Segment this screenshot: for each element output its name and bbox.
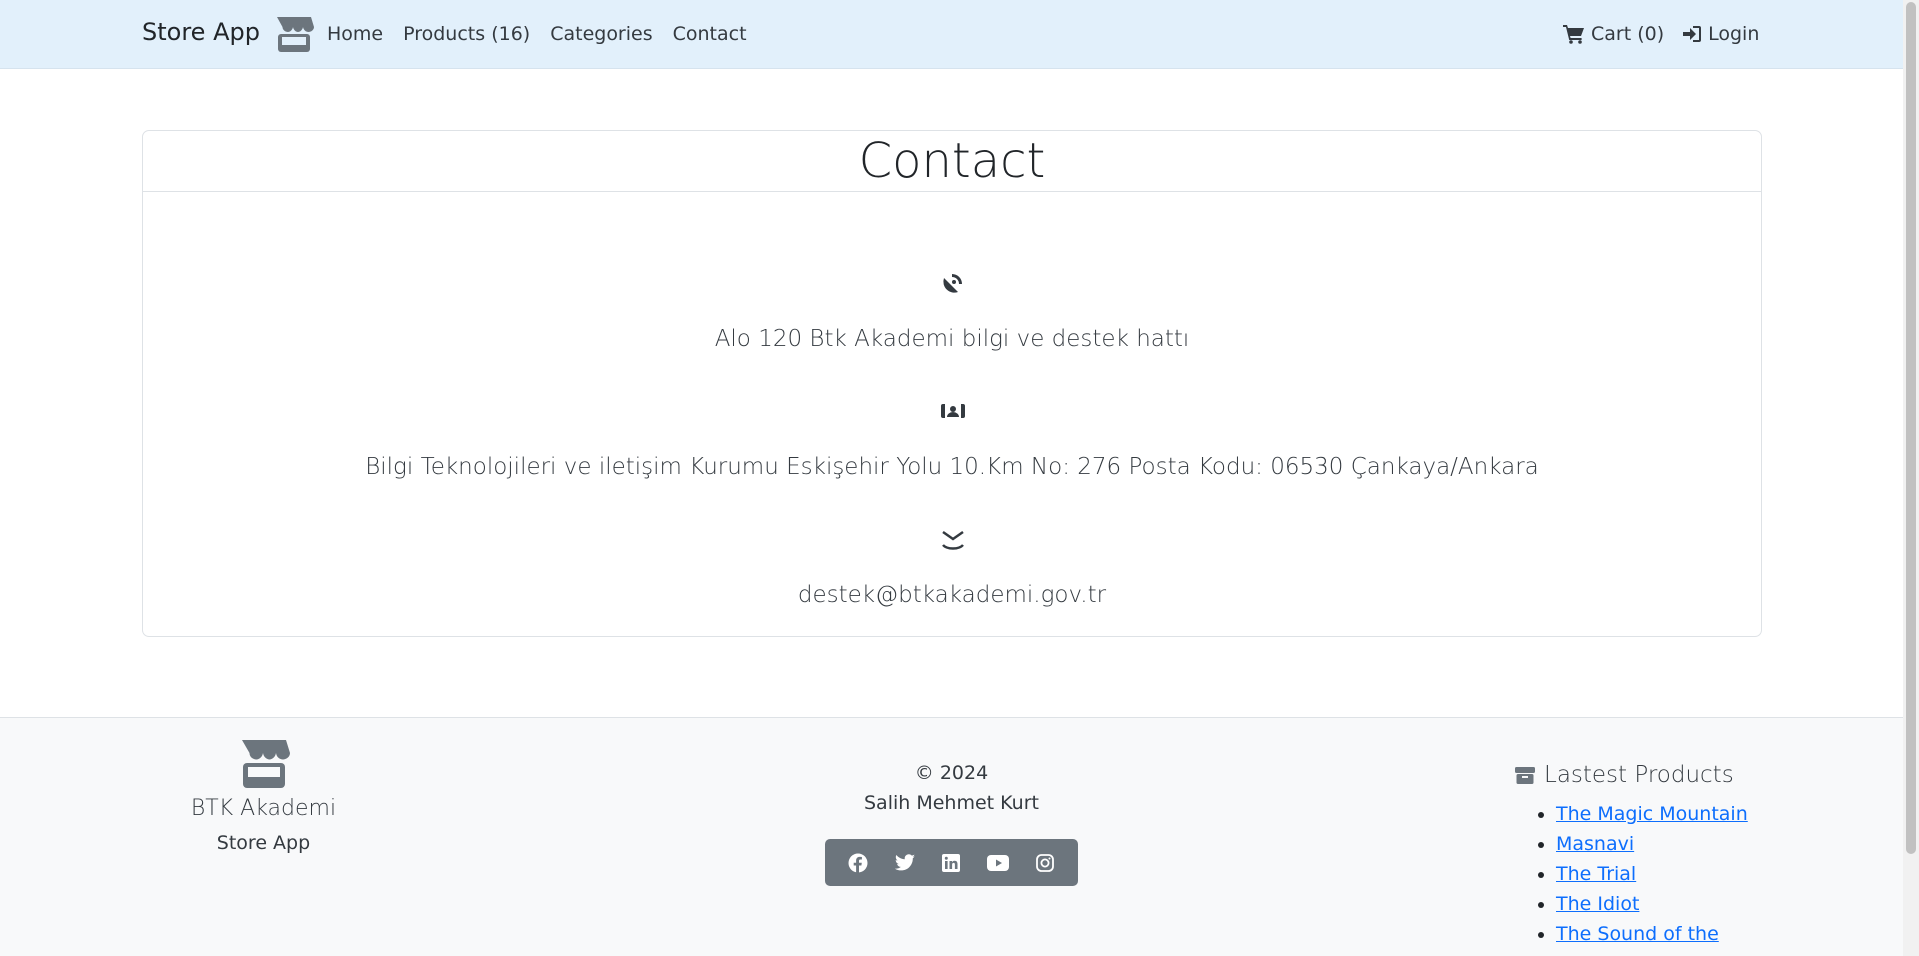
brand-link[interactable]: Store App: [142, 18, 260, 46]
login-link[interactable]: Login: [1682, 22, 1759, 46]
twitter-icon[interactable]: [889, 847, 921, 879]
email-text[interactable]: destek@btkakademi.gov.tr: [143, 582, 1761, 608]
facebook-icon[interactable]: [842, 847, 874, 879]
address-text: Bilgi Teknolojileri ve iletişim Kurumu E…: [365, 454, 1539, 480]
youtube-icon[interactable]: [982, 847, 1014, 879]
nav-categories[interactable]: Categories: [550, 22, 652, 46]
card-header: Contact: [143, 131, 1761, 192]
list-item: The Trial: [1556, 859, 1748, 889]
vertical-scrollbar[interactable]: [1903, 0, 1919, 956]
nav-contact[interactable]: Contact: [673, 22, 747, 46]
cart-icon: [1563, 25, 1584, 44]
instagram-icon[interactable]: [1029, 847, 1061, 879]
address-card-icon: [940, 401, 966, 425]
latest-products-title: Lastest Products: [1544, 762, 1734, 788]
latest-products-list: The Magic Mountain Masnavi The Trial The…: [1556, 799, 1748, 949]
nav-home[interactable]: Home: [327, 22, 383, 46]
nav-right: Cart (0) Login: [1563, 22, 1777, 46]
login-icon: [1683, 26, 1702, 42]
login-label: Login: [1708, 23, 1760, 45]
store-icon[interactable]: [273, 13, 315, 55]
scrollbar-thumb[interactable]: [1906, 2, 1916, 854]
list-item: The Magic Mountain: [1556, 799, 1748, 829]
product-link[interactable]: The Trial: [1556, 863, 1636, 885]
cart-label: Cart (0): [1591, 23, 1665, 45]
product-link[interactable]: The Idiot: [1556, 893, 1639, 915]
footer: BTK Akademi Store App © 2024 Salih Mehme…: [0, 717, 1903, 956]
product-link[interactable]: Masnavi: [1556, 833, 1634, 855]
footer-subtitle: Store App: [216, 832, 311, 854]
nav-products[interactable]: Products (16): [403, 22, 530, 46]
navbar: Store App Home Products (16) Categories …: [0, 0, 1903, 69]
nav-links: Home Products (16) Categories Contact: [327, 22, 767, 46]
list-item: Masnavi: [1556, 829, 1748, 859]
social-links: [825, 839, 1078, 886]
envelope-icon: [940, 526, 966, 556]
contact-card: Contact Alo 120 Btk Akademi bilgi ve des…: [142, 130, 1762, 637]
cart-link[interactable]: Cart (0): [1563, 22, 1664, 46]
satellite-dish-icon: [940, 270, 966, 300]
product-link[interactable]: The Sound of the: [1556, 923, 1719, 945]
box-icon: [1515, 767, 1535, 784]
linkedin-icon[interactable]: [935, 847, 967, 879]
page-title: Contact: [858, 133, 1046, 189]
latest-products-heading: Lastest Products: [1514, 762, 1734, 788]
list-item: The Idiot: [1556, 889, 1748, 919]
phone-text: Alo 120 Btk Akademi bilgi ve destek hatt…: [714, 326, 1190, 352]
list-item: The Sound of the: [1556, 919, 1748, 949]
product-link[interactable]: The Magic Mountain: [1556, 803, 1748, 825]
